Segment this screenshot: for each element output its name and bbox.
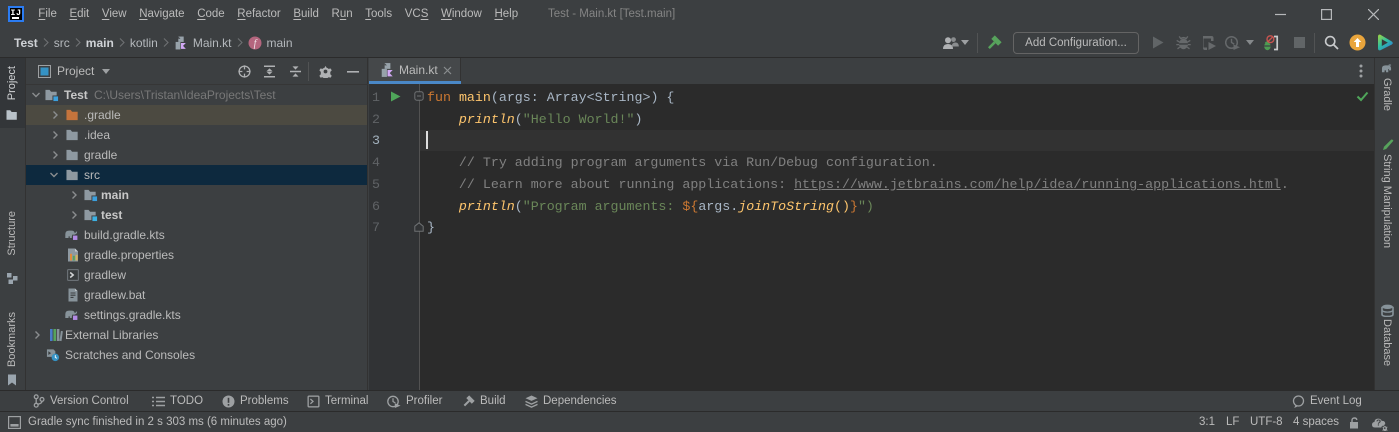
svg-text:?: ?	[1376, 418, 1381, 428]
